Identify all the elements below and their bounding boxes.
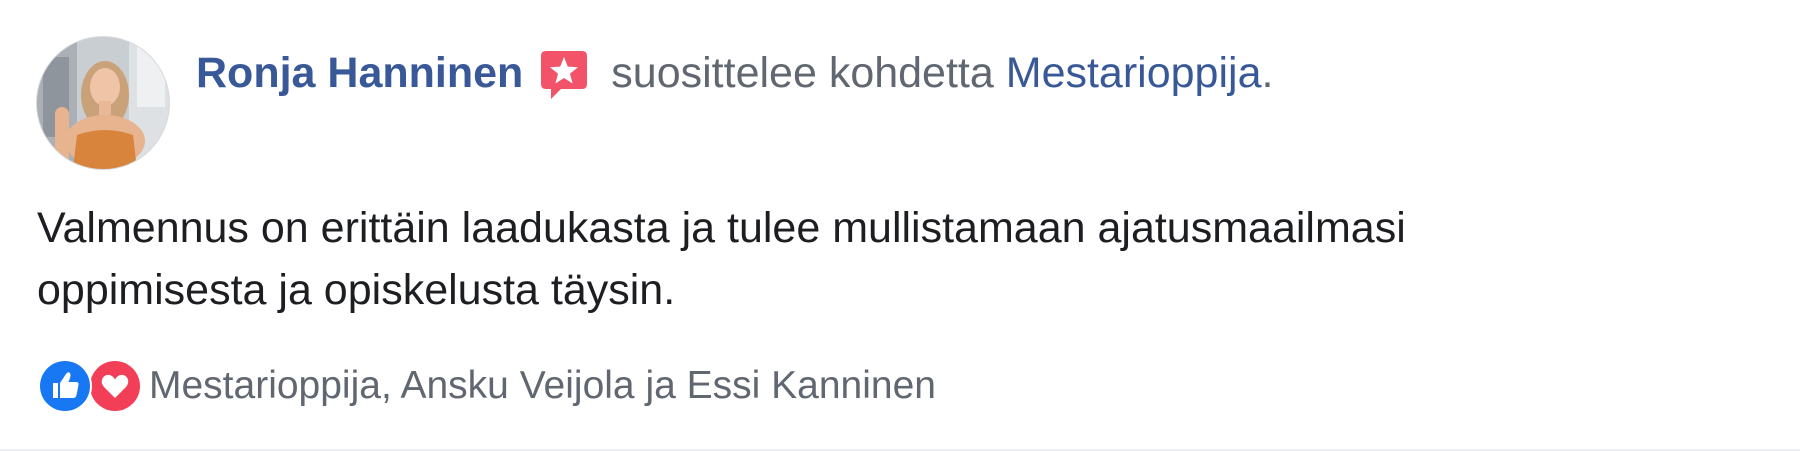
header-period: . bbox=[1261, 49, 1274, 97]
reaction-icons bbox=[37, 358, 145, 414]
page-name-link[interactable]: Mestarioppija bbox=[1006, 46, 1262, 100]
recommendation-star-icon bbox=[537, 48, 591, 102]
author-name-link[interactable]: Ronja Hanninen bbox=[196, 46, 523, 100]
like-icon bbox=[37, 358, 93, 414]
action-text: suosittelee kohdetta bbox=[611, 49, 994, 97]
love-icon bbox=[87, 358, 143, 414]
reactions-summary[interactable]: Mestarioppija, Ansku Veijola ja Essi Kan… bbox=[37, 358, 936, 414]
review-text: Valmennus on erittäin laadukasta ja tule… bbox=[37, 204, 1406, 314]
author-avatar[interactable] bbox=[37, 37, 169, 169]
recommendation-card: Ronja Hanninen suosittelee kohdetta Mest… bbox=[0, 0, 1800, 451]
post-header: Ronja Hanninen suosittelee kohdetta Mest… bbox=[196, 46, 1273, 100]
reactors-text[interactable]: Mestarioppija, Ansku Veijola ja Essi Kan… bbox=[149, 358, 936, 414]
avatar-image bbox=[37, 37, 169, 169]
